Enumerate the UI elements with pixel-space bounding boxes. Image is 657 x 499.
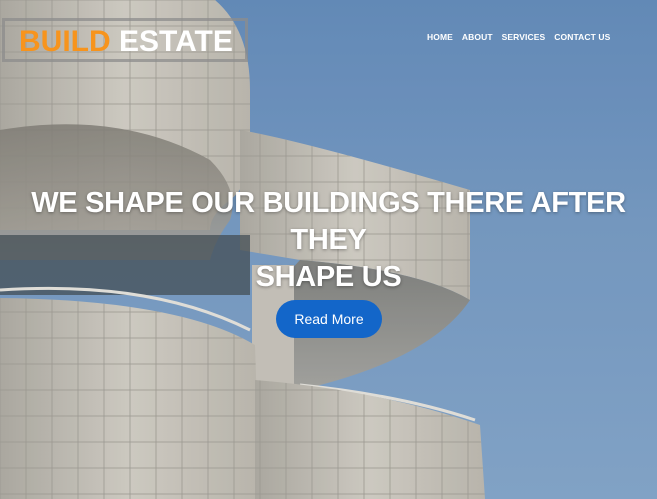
main-nav: HOME ABOUT SERVICES CONTACT US bbox=[427, 32, 619, 42]
hero-headline-line1: WE SHAPE OUR BUILDINGS THERE AFTER THEY bbox=[31, 187, 626, 256]
nav-item-contact-us[interactable]: CONTACT US bbox=[554, 32, 615, 42]
hero-section: BUILD ESTATE HOME ABOUT SERVICES CONTACT… bbox=[0, 0, 657, 499]
logo-part-estate: ESTATE bbox=[119, 25, 233, 58]
nav-item-home[interactable]: HOME bbox=[427, 32, 458, 42]
hero-headline: WE SHAPE OUR BUILDINGS THERE AFTER THEY … bbox=[0, 185, 657, 296]
logo-part-build: BUILD bbox=[19, 25, 111, 58]
hero-headline-line2: SHAPE US bbox=[255, 261, 402, 293]
read-more-button[interactable]: Read More bbox=[276, 300, 382, 338]
site-logo[interactable]: BUILD ESTATE bbox=[2, 18, 248, 62]
nav-item-services[interactable]: SERVICES bbox=[502, 32, 551, 42]
nav-item-about[interactable]: ABOUT bbox=[462, 32, 498, 42]
